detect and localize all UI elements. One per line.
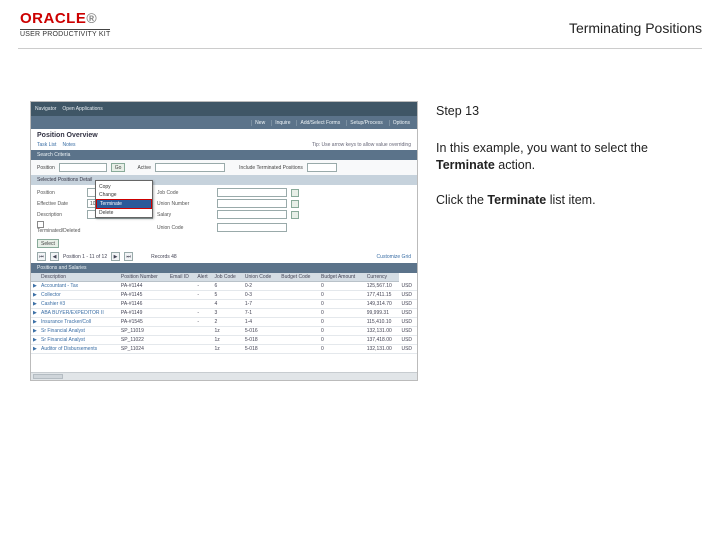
active-input[interactable] [155,163,225,172]
page-title: Terminating Positions [569,20,702,36]
dropdown-item-delete[interactable]: Delete [96,209,152,217]
section-title: Position Overview [31,129,417,142]
table-row[interactable]: ▶CollectorPA-#1145-50-30177,411.15USD [31,291,417,300]
pager: ⏮ ◀ Position 1 - 11 of 12 ▶ ⏭ Records 48… [31,250,417,263]
filter-row: Position Go Active Include Terminated Po… [31,160,417,175]
table-row[interactable]: ▶Insurance Tracker/CollPA-#1545-21-40115… [31,318,417,327]
select-button[interactable]: Select [37,239,59,248]
fld-unioncode[interactable] [217,223,287,232]
instruction-panel: Step 13 In this example, you want to sel… [436,101,708,381]
app-menubar: Navigator Open Applications [31,102,417,116]
instruction-line-2: Click the Terminate list item. [436,192,708,209]
toolbar-options[interactable]: Options [389,120,413,126]
horizontal-scrollbar[interactable] [31,372,417,380]
fld-jobcode[interactable] [217,188,287,197]
toolbar-setup[interactable]: Setup/Process [346,120,386,126]
fld-salary[interactable] [217,210,287,219]
pager-first[interactable]: ⏮ [37,252,46,261]
band-detail: Selected Positions Detail [31,175,417,185]
table-row[interactable]: ▶Accountant - TaxPA-#1144-60-20125,567.1… [31,282,417,291]
oracle-logo: ORACLE® USER PRODUCTIVITY KIT [20,10,110,38]
toolbar-new[interactable]: New [251,120,268,126]
instruction-line-1: In this example, you want to select the … [436,140,708,174]
lookup-icon[interactable] [291,200,299,208]
toolbar-inquire[interactable]: Inquire [271,120,293,126]
table-row[interactable]: ▶Cashier #3PA-#114641-70149,314.70USD [31,300,417,309]
chk-terminated[interactable] [37,221,44,228]
detail-form: Position Job Code Effective Date10/01/20… [31,185,417,237]
fld-unionnum[interactable] [217,199,287,208]
table-row[interactable]: ▶Sr Financial AnalystSP_110221z5-0180137… [31,336,417,345]
app-toolbar: New Inquire Add/Select Forms Setup/Proce… [31,116,417,129]
app-screenshot: Navigator Open Applications New Inquire … [30,101,418,381]
table-row[interactable]: ▶Sr Financial AnalystSP_110191z5-0160132… [31,327,417,336]
pager-next[interactable]: ▶ [111,252,120,261]
positions-grid: Description Position Number Email ID Ale… [31,273,417,354]
pager-last[interactable]: ⏭ [124,252,133,261]
grid-header-row: Description Position Number Email ID Ale… [31,273,417,282]
link-notes[interactable]: Notes [62,142,75,148]
band-search: Search Criteria [31,150,417,160]
link-tasklist[interactable]: Task List [37,142,56,148]
section-subtitle: Task List Notes Tip: Use arrow keys to a… [31,142,417,150]
table-row[interactable]: ▶ABA BUYER/EXPEDITOR IIPA-#1149-37-1099,… [31,309,417,318]
include-term-input[interactable] [307,163,337,172]
go-button[interactable]: Go [111,163,126,172]
band-positions: Positions and Salaries [31,263,417,273]
position-input[interactable] [59,163,107,172]
lookup-icon[interactable] [291,189,299,197]
pager-prev[interactable]: ◀ [50,252,59,261]
toolbar-addselect[interactable]: Add/Select Forms [296,120,343,126]
dropdown-item-terminate[interactable]: Terminate [96,199,152,209]
step-label: Step 13 [436,103,708,120]
lookup-icon[interactable] [291,211,299,219]
dropdown-item-change[interactable]: Change [96,191,152,199]
action-dropdown[interactable]: Copy Change Terminate Delete [95,180,153,218]
table-row[interactable]: ▶Auditor of DisbursementsSP_110241z5-018… [31,345,417,354]
dropdown-item-copy[interactable]: Copy [96,183,152,191]
customize-grid-link[interactable]: Customize Grid [377,254,411,260]
